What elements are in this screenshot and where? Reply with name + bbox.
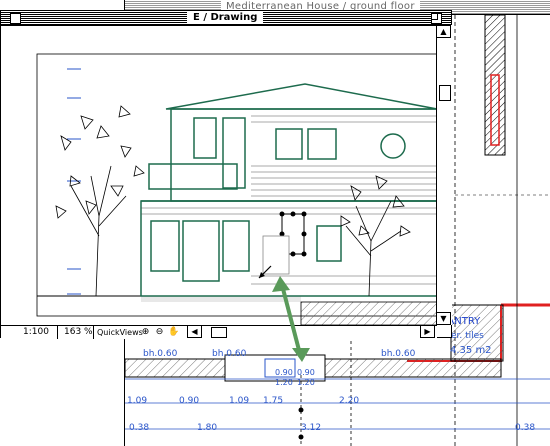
scroll-up-icon[interactable]: ▲ — [436, 25, 451, 38]
divider — [93, 326, 94, 339]
dimension-label: 1.80 — [197, 423, 218, 433]
horizontal-scroll-thumb[interactable] — [211, 327, 227, 338]
zoom-box-icon[interactable] — [431, 13, 442, 24]
elevation-canvas[interactable] — [1, 26, 436, 325]
vertical-scrollbar[interactable]: ▲ ▼ — [436, 25, 452, 325]
opening-label: bh.0.60 — [212, 349, 247, 359]
close-box-icon[interactable] — [10, 13, 21, 24]
tree-right — [340, 175, 411, 297]
dimension-label: 1.09 — [229, 396, 250, 406]
elevation-title-bar[interactable]: E / Drawing — [1, 11, 451, 26]
vertical-dimension-label: 1.20 — [275, 378, 293, 387]
dimension-label: 0.38 — [129, 423, 150, 433]
dimension-label: 3.12 — [301, 423, 322, 433]
elevation-window-title: E / Drawing — [187, 12, 264, 24]
zoom-in-icon[interactable]: ⊕ — [140, 327, 151, 338]
opening-label: bh.0.60 — [381, 349, 416, 359]
vertical-dimension-label: 0.90 — [275, 368, 293, 377]
zoom-out-icon[interactable]: ⊖ — [154, 327, 165, 338]
scroll-down-icon[interactable]: ▼ — [436, 312, 451, 325]
dimension-label: 1.09 — [127, 396, 148, 406]
vertical-dimension-label: 1.20 — [297, 378, 315, 387]
hand-icon[interactable]: ✋ — [168, 327, 179, 338]
scroll-right-icon[interactable]: ▶ — [420, 325, 435, 338]
dimension-label: 1.75 — [263, 396, 284, 406]
scroll-left-icon[interactable]: ◀ — [187, 325, 202, 338]
level-markers — [67, 68, 81, 295]
dimension-label: 2.20 — [339, 396, 360, 406]
elevation-window[interactable]: E / Drawing ▲ ▼ 1:100 163 % QuickViews ⊕… — [0, 10, 452, 339]
vertical-dimension-label: 0.90 — [297, 368, 315, 377]
status-bar: 1:100 163 % QuickViews ⊕ ⊖ ✋ ◀ ▶ — [1, 325, 437, 339]
vertical-scroll-thumb[interactable] — [439, 85, 451, 101]
dimension-label: 0.90 — [179, 396, 200, 406]
room-area-label: 4.35 m2 — [450, 345, 492, 356]
dimension-label: 0.38 — [515, 423, 536, 433]
scale-value[interactable]: 1:100 — [23, 327, 49, 338]
quickviews-button[interactable]: QuickViews — [97, 327, 143, 338]
tree-left — [55, 105, 145, 297]
zoom-value[interactable]: 163 % — [64, 327, 93, 338]
opening-label: bh.0.60 — [143, 349, 178, 359]
divider — [57, 326, 58, 339]
